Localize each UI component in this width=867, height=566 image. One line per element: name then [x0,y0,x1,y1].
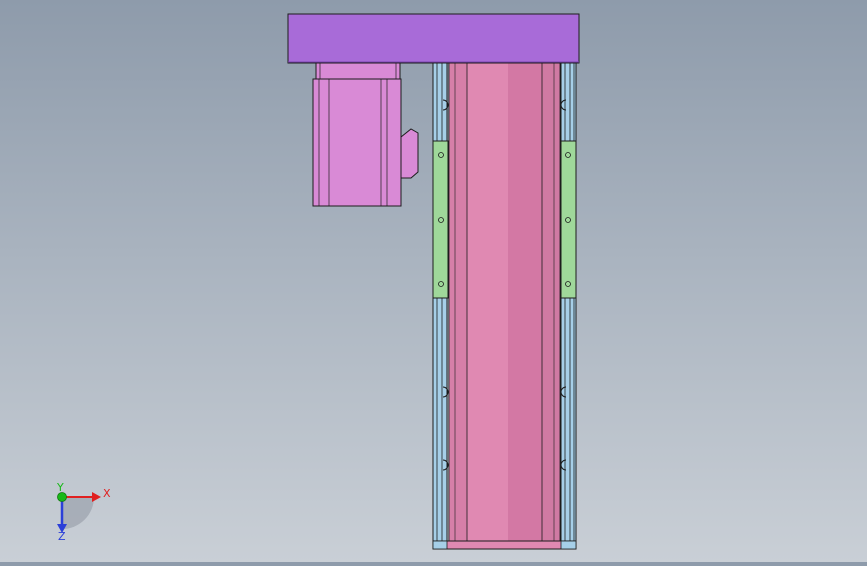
y-axis-label: Y [56,481,64,494]
motor-assembly [312,62,419,207]
x-axis-label: X [103,487,111,500]
cad-viewport[interactable]: X Y Z [0,0,867,562]
coordinate-triad: X Y Z [56,481,111,543]
right-slider-block [560,140,577,299]
top-mounting-plate [287,13,580,64]
z-axis-label: Z [58,530,66,543]
right-rail [560,62,577,550]
left-slider-block [432,140,449,299]
bottom-end-cap [432,540,577,550]
assembly-drawing: X Y Z [56,13,580,550]
carriage-body [448,62,561,544]
left-rail [432,62,448,550]
